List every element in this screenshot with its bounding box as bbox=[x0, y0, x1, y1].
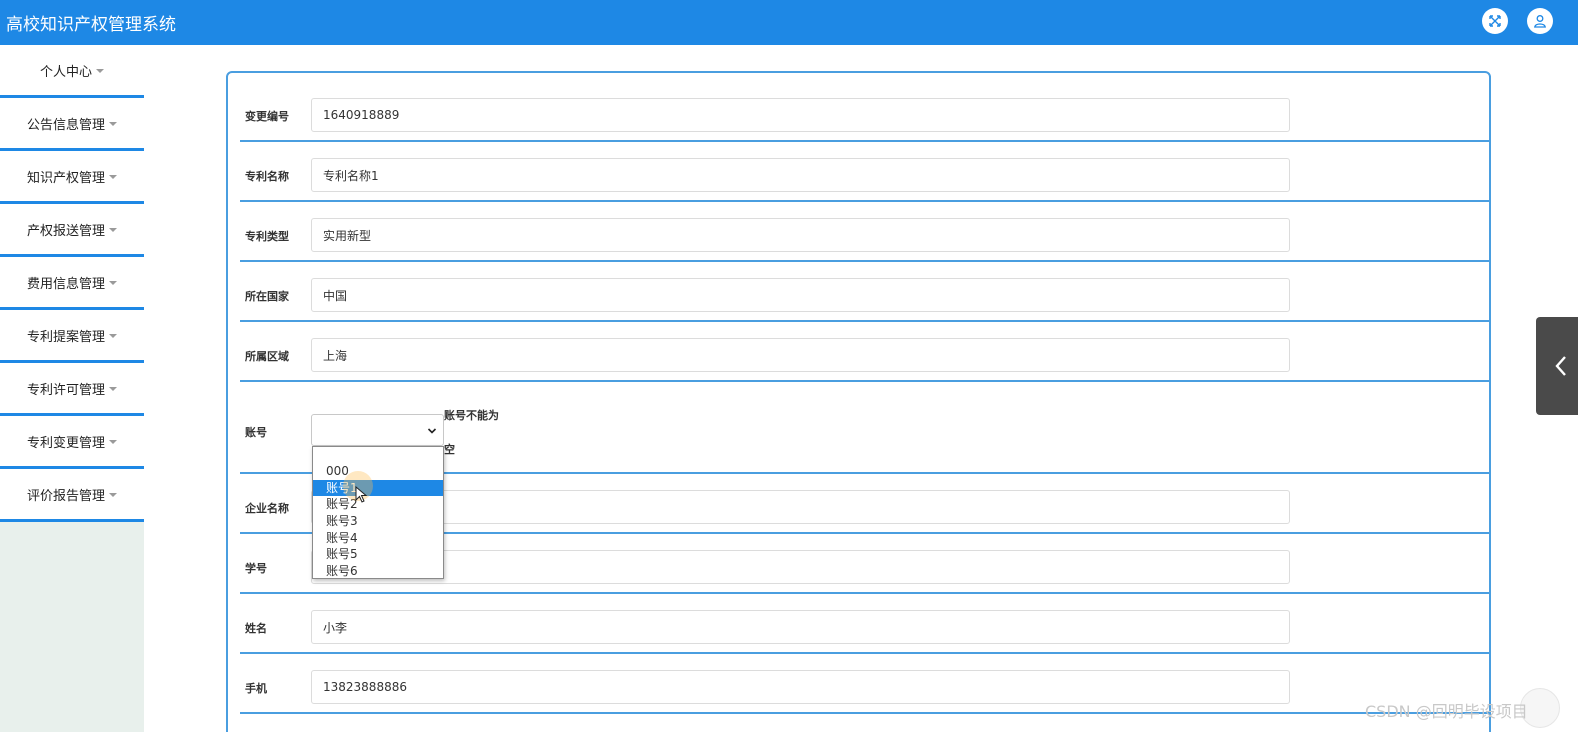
caret-down-icon bbox=[109, 281, 117, 285]
field-label: 所在国家 bbox=[245, 290, 289, 303]
sidebar-item-announcements[interactable]: 公告信息管理 bbox=[0, 98, 144, 151]
caret-down-icon bbox=[109, 440, 117, 444]
form-row-patent-name: 专利名称 专利名称1 bbox=[240, 144, 1490, 202]
account-option-highlighted[interactable]: 账号1 bbox=[313, 479, 443, 497]
side-panel-toggle[interactable] bbox=[1536, 317, 1578, 415]
company-input[interactable] bbox=[311, 490, 1290, 524]
watermark: CSDN @回明毕设项目 bbox=[1365, 702, 1528, 721]
account-option[interactable]: 000 bbox=[313, 463, 443, 480]
account-error-text-cont: 空 bbox=[444, 443, 455, 456]
caret-down-icon bbox=[109, 175, 117, 179]
field-label: 所属区域 bbox=[245, 350, 289, 363]
chevron-down-icon bbox=[427, 428, 437, 434]
sidebar-item-patent-proposals[interactable]: 专利提案管理 bbox=[0, 310, 144, 363]
sidebar-item-patent-changes[interactable]: 专利变更管理 bbox=[0, 416, 144, 469]
sidebar-item-ip-submission[interactable]: 产权报送管理 bbox=[0, 204, 144, 257]
field-label: 手机 bbox=[245, 682, 267, 695]
account-option[interactable]: 账号6 bbox=[313, 563, 443, 580]
field-label: 学号 bbox=[245, 562, 267, 575]
field-label: 专利名称 bbox=[245, 170, 289, 183]
patent-name-input[interactable]: 专利名称1 bbox=[311, 158, 1290, 192]
user-icon bbox=[1534, 15, 1546, 28]
form-row-name: 姓名 小李 bbox=[240, 596, 1490, 654]
country-input[interactable]: 中国 bbox=[311, 278, 1290, 312]
caret-down-icon bbox=[109, 493, 117, 497]
mouse-pointer-icon bbox=[355, 486, 368, 503]
form-row-region: 所属区域 上海 bbox=[240, 324, 1490, 382]
field-label: 姓名 bbox=[245, 622, 267, 635]
expand-arrows-icon bbox=[1489, 15, 1501, 27]
sidebar-item-label: 产权报送管理 bbox=[26, 223, 105, 239]
caret-down-icon bbox=[109, 228, 117, 232]
account-dropdown-list: 000 账号1 账号2 账号3 账号4 账号5 账号6 bbox=[312, 446, 444, 579]
fullscreen-button[interactable] bbox=[1482, 8, 1508, 34]
sidebar-item-label: 个人中心 bbox=[39, 64, 92, 80]
form-row-country: 所在国家 中国 bbox=[240, 264, 1490, 322]
sidebar-item-patent-licenses[interactable]: 专利许可管理 bbox=[0, 363, 144, 416]
sidebar-item-ip-management[interactable]: 知识产权管理 bbox=[0, 151, 144, 204]
sidebar-item-label: 公告信息管理 bbox=[26, 117, 105, 133]
account-option[interactable]: 账号3 bbox=[313, 513, 443, 530]
user-button[interactable] bbox=[1527, 8, 1553, 34]
account-select[interactable] bbox=[311, 414, 444, 446]
sidebar-item-label: 专利许可管理 bbox=[26, 382, 105, 398]
field-label: 企业名称 bbox=[245, 502, 289, 515]
caret-down-icon bbox=[109, 122, 117, 126]
chevron-left-icon bbox=[1555, 356, 1566, 376]
patent-type-input[interactable]: 实用新型 bbox=[311, 218, 1290, 252]
caret-down-icon bbox=[96, 69, 104, 73]
region-input[interactable]: 上海 bbox=[311, 338, 1290, 372]
sidebar-item-fees[interactable]: 费用信息管理 bbox=[0, 257, 144, 310]
sidebar-item-label: 评价报告管理 bbox=[26, 488, 105, 504]
phone-input[interactable]: 13823888886 bbox=[311, 670, 1290, 704]
sidebar-item-label: 费用信息管理 bbox=[26, 276, 105, 292]
field-label: 变更编号 bbox=[245, 110, 289, 123]
field-label: 账号 bbox=[245, 426, 267, 439]
name-input[interactable]: 小李 bbox=[311, 610, 1290, 644]
change-no-input[interactable]: 1640918889 bbox=[311, 98, 1290, 132]
account-option[interactable]: 账号5 bbox=[313, 546, 443, 563]
sidebar-item-evaluation-reports[interactable]: 评价报告管理 bbox=[0, 469, 144, 522]
top-bar: 高校知识产权管理系统 bbox=[0, 0, 1578, 45]
account-error-text: 账号不能为 bbox=[444, 409, 499, 422]
account-option[interactable]: 账号2 bbox=[313, 496, 443, 513]
field-label: 专利类型 bbox=[245, 230, 289, 243]
app-title: 高校知识产权管理系统 bbox=[6, 15, 176, 35]
account-option[interactable]: 账号4 bbox=[313, 530, 443, 547]
form-row-patent-type: 专利类型 实用新型 bbox=[240, 204, 1490, 262]
sidebar: 个人中心 公告信息管理 知识产权管理 产权报送管理 费用信息管理 专利提案管理 … bbox=[0, 45, 144, 732]
sidebar-item-personal-center[interactable]: 个人中心 bbox=[0, 45, 144, 98]
sidebar-item-label: 专利变更管理 bbox=[26, 435, 105, 451]
form-row-phone: 手机 13823888886 bbox=[240, 656, 1490, 714]
caret-down-icon bbox=[109, 334, 117, 338]
sidebar-item-label: 专利提案管理 bbox=[26, 329, 105, 345]
sidebar-item-label: 知识产权管理 bbox=[26, 170, 105, 186]
caret-down-icon bbox=[109, 387, 117, 391]
form-row-change-no: 变更编号 1640918889 bbox=[240, 84, 1490, 142]
student-no-input[interactable] bbox=[311, 550, 1290, 584]
